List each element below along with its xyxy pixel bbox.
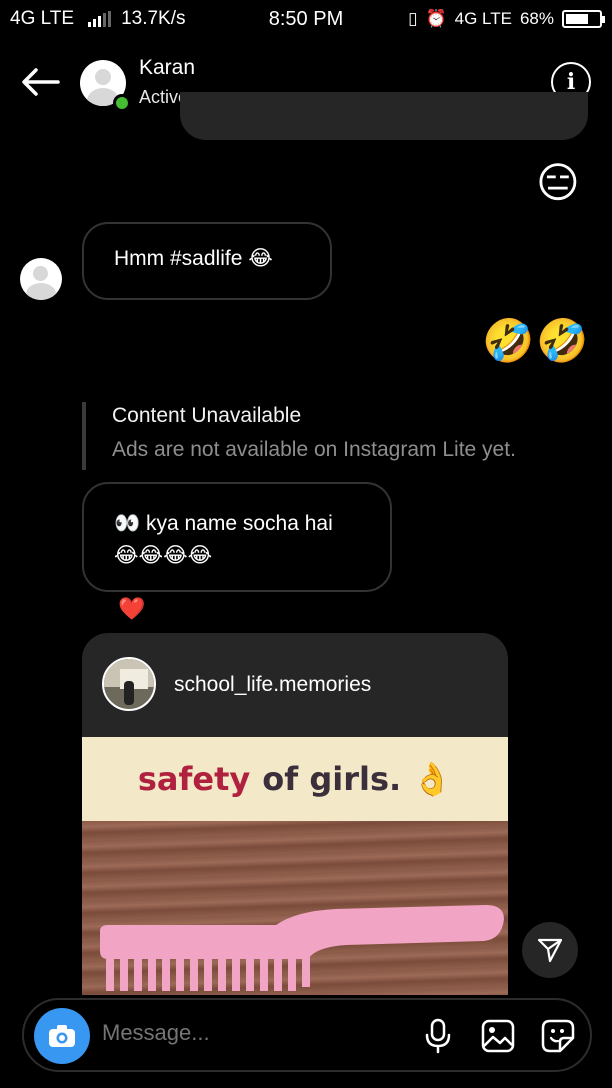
- vibrate-icon: ▯: [408, 9, 418, 28]
- heart-reaction[interactable]: ❤️: [118, 596, 145, 622]
- message-text-line1: 👀 kya name socha hai: [114, 512, 333, 535]
- message-emoji-sent[interactable]: 🤣🤣: [482, 320, 591, 362]
- sticker-button[interactable]: [538, 1016, 578, 1056]
- gallery-button[interactable]: [478, 1016, 518, 1056]
- message-text-line2: 😂😂😂😂: [114, 544, 213, 567]
- camera-button[interactable]: [34, 1008, 90, 1064]
- gallery-icon: [481, 1019, 515, 1053]
- unavailable-description: Ads are not available on Instagram Lite …: [112, 438, 516, 461]
- send-icon: [537, 938, 563, 963]
- post-caption-part1: safety: [137, 760, 251, 798]
- post-author-avatar[interactable]: [102, 657, 156, 711]
- network-left: 4G LTE: [10, 8, 75, 29]
- camera-icon: [49, 1025, 75, 1047]
- message-bubble-received[interactable]: 👀 kya name socha hai 😂😂😂😂: [82, 482, 392, 592]
- unavailable-content: Content Unavailable Ads are not availabl…: [82, 402, 582, 470]
- message-text: Hmm #sadlife 😂: [114, 247, 273, 270]
- battery-percent: 68%: [519, 9, 554, 28]
- message-bubble-received[interactable]: Hmm #sadlife 😂: [82, 222, 332, 300]
- back-arrow-icon: [22, 68, 60, 96]
- contact-name[interactable]: Karan: [139, 56, 195, 80]
- network-right: 4G LTE: [454, 9, 512, 28]
- share-post-button[interactable]: [522, 922, 578, 978]
- signal-icon: [88, 11, 112, 27]
- post-caption: safety of girls. 👌: [82, 737, 508, 821]
- network-speed: 13.7K/s: [121, 8, 186, 29]
- unavailable-title: Content Unavailable: [112, 404, 302, 427]
- message-composer: [22, 998, 592, 1072]
- previous-message-bubble[interactable]: [180, 92, 588, 140]
- message-emoji-sent[interactable]: 😑: [536, 162, 580, 204]
- alarm-icon: ⏰: [425, 9, 447, 28]
- shared-post-card[interactable]: school_life.memories safety of girls. 👌: [82, 633, 508, 995]
- post-image[interactable]: safety of girls. 👌: [82, 737, 508, 995]
- post-username[interactable]: school_life.memories: [174, 673, 371, 697]
- battery-fill: [566, 14, 588, 24]
- voice-button[interactable]: [418, 1016, 458, 1056]
- post-caption-part2: of girls. 👌: [262, 760, 453, 798]
- battery-icon: [562, 10, 605, 28]
- sender-avatar[interactable]: [20, 258, 62, 300]
- comb-illustration: [100, 905, 504, 991]
- message-input[interactable]: [102, 1020, 402, 1046]
- sticker-icon: [541, 1019, 575, 1053]
- online-indicator: [113, 94, 131, 112]
- back-button[interactable]: [18, 60, 62, 104]
- status-bar: 4G LTE 13.7K/s 8:50 PM ▯ ⏰ 4G LTE 68%: [0, 0, 612, 38]
- microphone-icon: [425, 1018, 451, 1054]
